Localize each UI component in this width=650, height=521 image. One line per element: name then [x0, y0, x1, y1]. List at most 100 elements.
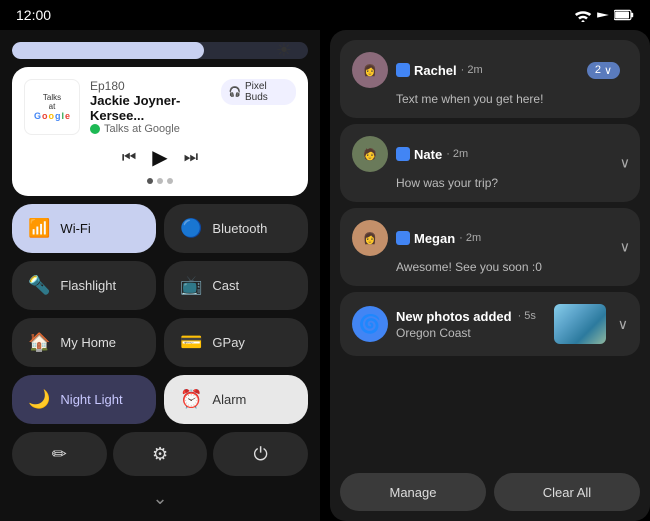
flashlight-icon: 🔦 — [28, 275, 50, 296]
home-icon: 🏠 — [28, 332, 50, 353]
tile-cast-label: Cast — [212, 278, 239, 293]
brightness-fill — [12, 42, 204, 59]
avatar-nate: 🧑 — [352, 136, 388, 172]
notif-time-megan: · 2m — [459, 232, 481, 244]
tile-bluetooth[interactable]: 🔵 Bluetooth — [164, 204, 308, 253]
media-subtitle: Talks at Google — [90, 123, 221, 135]
notif-time-nate: · 2m — [446, 148, 468, 160]
notif-header-nate: 🧑 Nate · 2m ∨ — [352, 136, 628, 172]
collapse-button[interactable]: ⌄ — [12, 488, 308, 509]
status-time: 12:00 — [16, 7, 51, 23]
manage-button[interactable]: Manage — [340, 473, 486, 511]
notif-message-megan: Awesome! See you soon :0 — [396, 260, 628, 274]
expand-icon-nate[interactable]: ∨ — [620, 155, 630, 172]
wifi-icon: 📶 — [28, 218, 50, 239]
notif-message-rachel: Text me when you get here! — [396, 92, 628, 106]
expand-icon-megan[interactable]: ∨ — [620, 239, 630, 256]
manage-label: Manage — [390, 485, 437, 500]
device-badge: 🎧 Pixel Buds — [221, 79, 296, 105]
wifi-status-icon — [574, 8, 592, 22]
message-icon — [396, 63, 410, 77]
notification-nate[interactable]: 🧑 Nate · 2m ∨ How was your trip? — [340, 124, 640, 202]
quick-tiles: 📶 Wi-Fi 🔵 Bluetooth 🔦 Flashlight 📺 Cast … — [12, 204, 308, 424]
power-button[interactable]: ⏻ — [213, 432, 308, 476]
left-panel: ☀ Talks at Google Ep180 Jackie Joyner-Ke… — [0, 30, 320, 521]
chevron-down-icon: ⌄ — [152, 488, 167, 509]
tile-myhome[interactable]: 🏠 My Home — [12, 318, 156, 367]
brightness-icon: ☀ — [276, 42, 292, 59]
gpay-icon: 💳 — [180, 332, 202, 353]
brightness-slider[interactable]: ☀ — [12, 42, 308, 59]
battery-icon — [614, 9, 634, 21]
tile-bluetooth-label: Bluetooth — [212, 221, 267, 236]
notif-header-rachel: 👩 Rachel · 2m 2 ∨ — [352, 52, 628, 88]
notif-badge-rachel[interactable]: 2 ∨ — [587, 62, 620, 79]
media-top-row: Talks at Google Ep180 Jackie Joyner-Kers… — [24, 79, 296, 135]
signal-icon — [596, 8, 610, 22]
skip-back-button[interactable]: ⏮ — [122, 149, 136, 167]
media-controls: ⏮ ▶ ⏭ — [24, 145, 296, 170]
notif-name-megan: Megan — [414, 231, 455, 246]
tile-wifi-label: Wi-Fi — [60, 221, 90, 236]
action-row: Manage Clear All — [340, 473, 640, 511]
photos-text: New photos added · 5s Oregon Coast — [396, 309, 546, 340]
avatar-rachel: 👩 — [352, 52, 388, 88]
clear-all-button[interactable]: Clear All — [494, 473, 640, 511]
notif-title-rachel: Rachel · 2m — [396, 63, 579, 78]
message-icon-nate — [396, 147, 410, 161]
tile-nightlight[interactable]: 🌙 Night Light — [12, 375, 156, 424]
photos-thumbnail — [554, 304, 606, 344]
media-title: Jackie Joyner-Kersee... — [90, 93, 221, 123]
tile-wifi[interactable]: 📶 Wi-Fi — [12, 204, 156, 253]
dot-3 — [167, 178, 173, 184]
nightlight-icon: 🌙 — [28, 389, 50, 410]
notification-rachel[interactable]: 👩 Rachel · 2m 2 ∨ Text me when you get h… — [340, 40, 640, 118]
photos-title: New photos added — [396, 309, 512, 324]
expand-icon-photos[interactable]: ∨ — [618, 316, 628, 333]
dot-1 — [147, 178, 153, 184]
notif-time-rachel: · 2m — [461, 64, 483, 76]
tile-flashlight-label: Flashlight — [60, 278, 116, 293]
tile-gpay[interactable]: 💳 GPay — [164, 318, 308, 367]
tile-nightlight-label: Night Light — [60, 392, 122, 407]
play-button[interactable]: ▶ — [152, 145, 167, 170]
photos-time: · 5s — [518, 310, 536, 322]
tile-alarm-label: Alarm — [212, 392, 246, 407]
notification-megan[interactable]: 👩 Megan · 2m ∨ Awesome! See you soon :0 — [340, 208, 640, 286]
settings-icon: ⚙ — [152, 444, 168, 465]
tile-cast[interactable]: 📺 Cast — [164, 261, 308, 310]
power-icon: ⏻ — [254, 444, 268, 465]
skip-forward-button[interactable]: ⏭ — [184, 149, 198, 167]
settings-button[interactable]: ⚙ — [113, 432, 208, 476]
edit-button[interactable]: ✏ — [12, 432, 107, 476]
notif-name-nate: Nate — [414, 147, 442, 162]
message-icon-megan — [396, 231, 410, 245]
media-card: Talks at Google Ep180 Jackie Joyner-Kers… — [12, 67, 308, 196]
photos-subtitle: Oregon Coast — [396, 326, 546, 340]
media-info-row: Talks at Google Ep180 Jackie Joyner-Kers… — [24, 79, 221, 135]
cast-icon: 📺 — [180, 275, 202, 296]
media-dots — [24, 178, 296, 184]
photos-row: 🌀 New photos added · 5s Oregon Coast ∨ — [352, 304, 628, 344]
tile-gpay-label: GPay — [212, 335, 245, 350]
status-icons — [574, 8, 634, 22]
spotify-icon — [90, 124, 100, 134]
edit-icon: ✏ — [52, 444, 67, 465]
notifications-panel: 👩 Rachel · 2m 2 ∨ Text me when you get h… — [330, 30, 650, 521]
notif-message-nate: How was your trip? — [396, 176, 628, 190]
notif-title-nate: Nate · 2m — [396, 147, 628, 162]
media-episode: Ep180 — [90, 79, 221, 93]
bottom-toolbar: ✏ ⚙ ⏻ — [12, 432, 308, 476]
media-info: Ep180 Jackie Joyner-Kersee... Talks at G… — [90, 79, 221, 135]
notif-name-rachel: Rachel — [414, 63, 457, 78]
photos-icon: 🌀 — [352, 306, 388, 342]
tile-alarm[interactable]: ⏰ Alarm — [164, 375, 308, 424]
notif-header-megan: 👩 Megan · 2m ∨ — [352, 220, 628, 256]
status-bar: 12:00 — [0, 0, 650, 30]
notification-photos[interactable]: 🌀 New photos added · 5s Oregon Coast ∨ — [340, 292, 640, 356]
tile-flashlight[interactable]: 🔦 Flashlight — [12, 261, 156, 310]
notif-title-megan: Megan · 2m — [396, 231, 628, 246]
alarm-icon: ⏰ — [180, 389, 202, 410]
dot-2 — [157, 178, 163, 184]
avatar-megan: 👩 — [352, 220, 388, 256]
